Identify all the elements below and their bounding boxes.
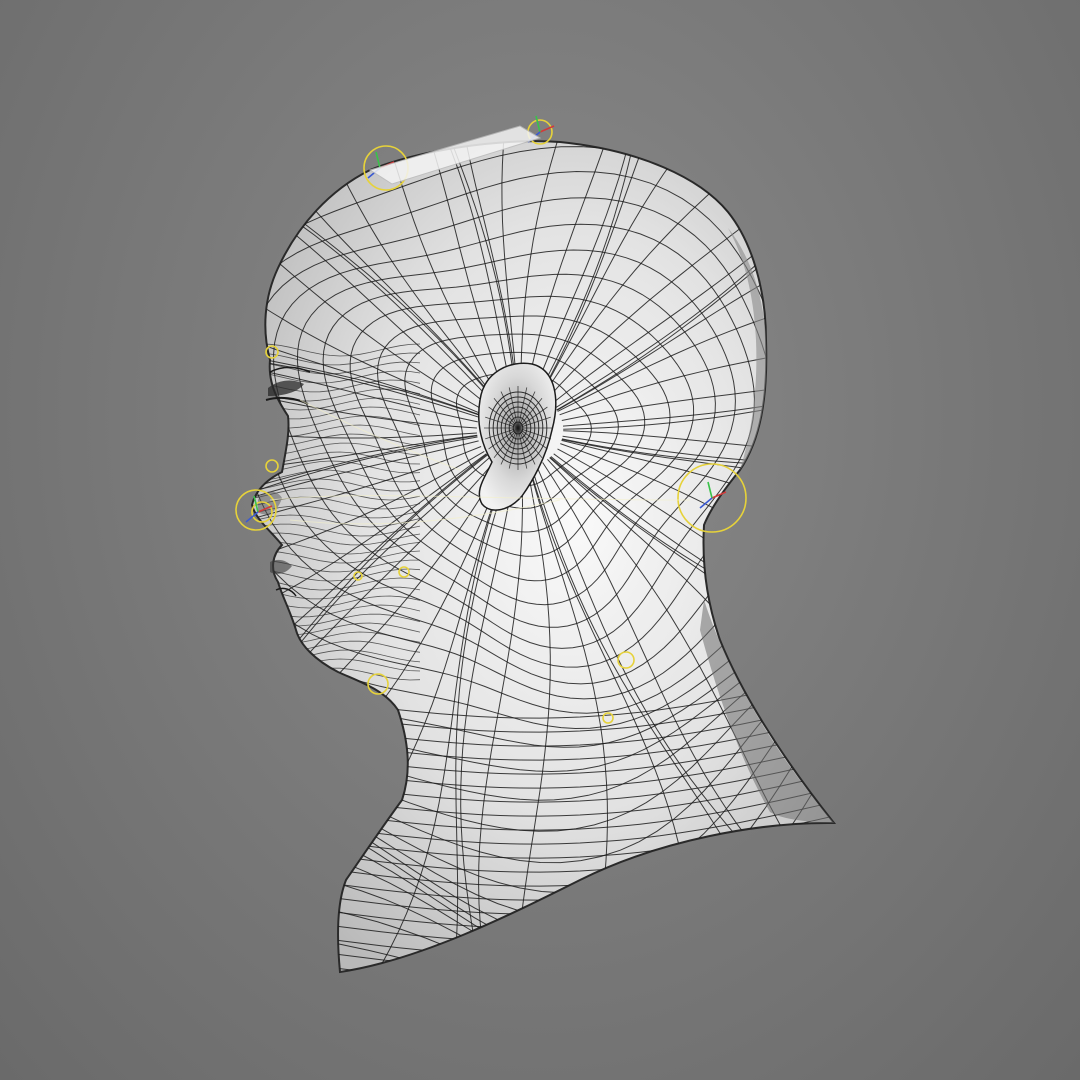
rig-control-lip[interactable] (265, 459, 279, 473)
viewport-canvas[interactable] (0, 0, 1080, 1080)
ear-wireframe (484, 386, 552, 470)
3d-viewport[interactable] (0, 0, 1080, 1080)
head-mesh[interactable] (0, 0, 1080, 1080)
